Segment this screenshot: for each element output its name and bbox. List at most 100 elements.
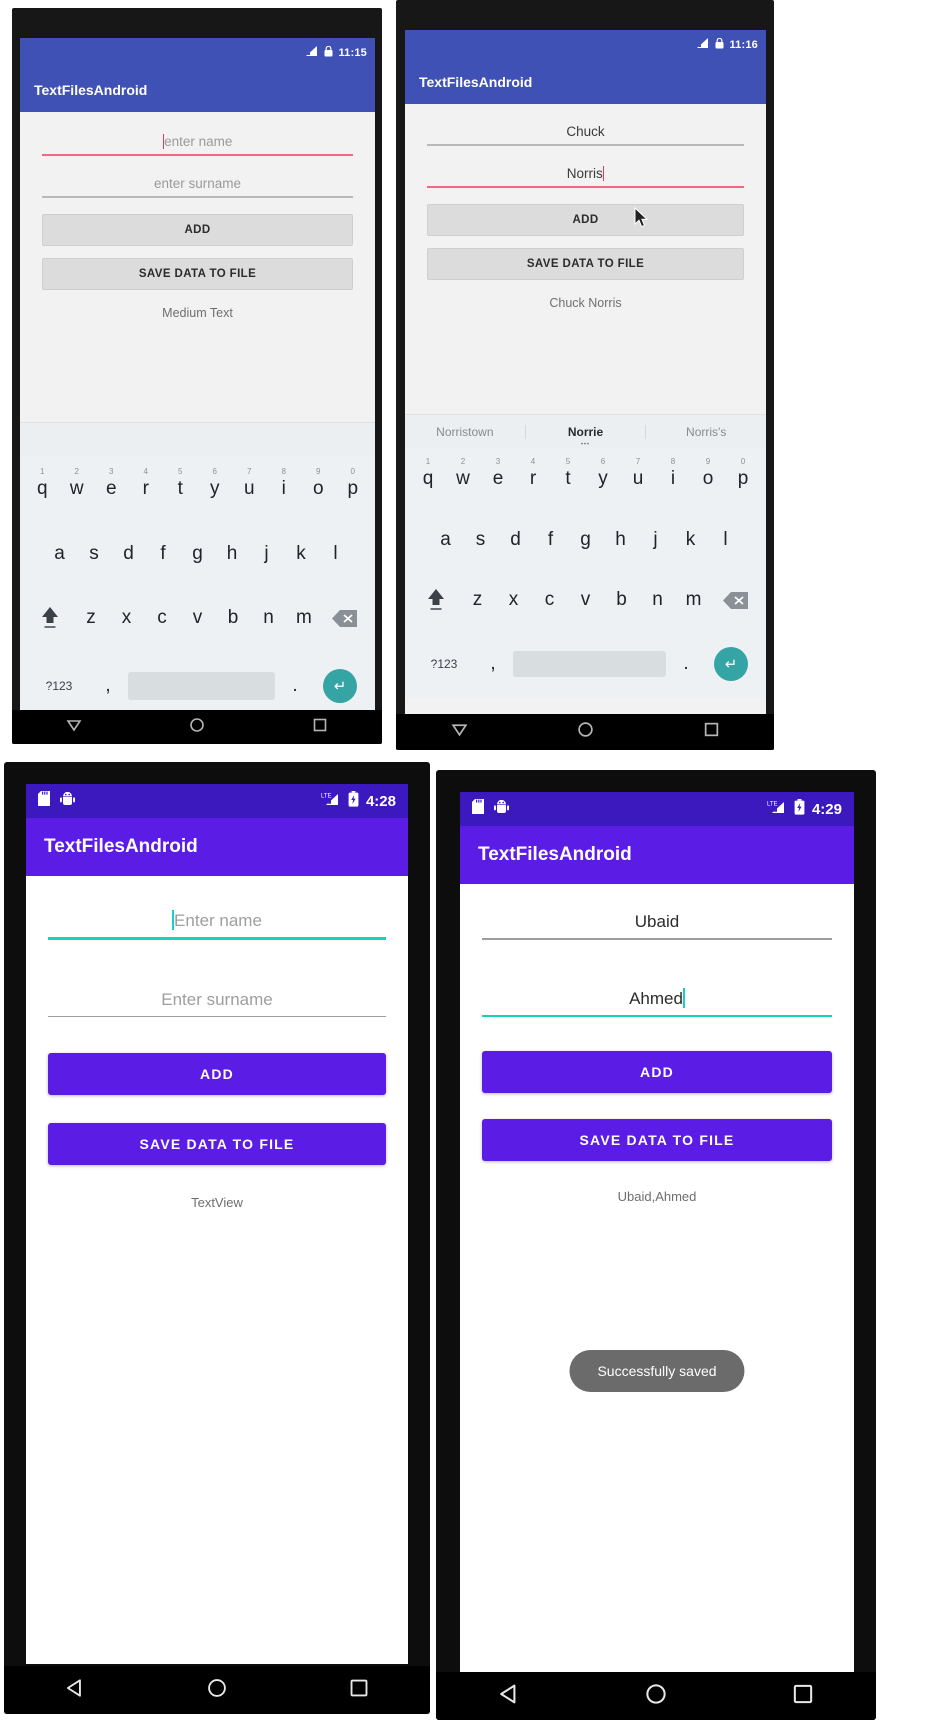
key-h[interactable]: h [215, 543, 250, 565]
key-r[interactable]: 4r [516, 457, 551, 490]
save-button-top-left[interactable]: SAVE DATA TO FILE [42, 257, 353, 290]
key-r[interactable]: 4r [129, 467, 164, 500]
recents-icon[interactable] [348, 1677, 370, 1704]
key-w[interactable]: 2w [446, 457, 481, 490]
key-a[interactable]: a [428, 529, 463, 551]
home-icon[interactable] [644, 1682, 668, 1711]
suggestion-item[interactable]: Norristown [405, 425, 525, 439]
key-s[interactable]: s [77, 543, 112, 565]
nav-bar-top-left[interactable] [12, 710, 382, 744]
key-g[interactable]: g [180, 543, 215, 565]
key-w[interactable]: 2w [60, 467, 95, 500]
name-input-bottom-right[interactable]: Ubaid [482, 900, 832, 940]
back-icon[interactable] [451, 721, 468, 743]
suggestion-item[interactable]: Norris's [645, 424, 766, 439]
backspace-icon[interactable] [322, 609, 369, 628]
key-d[interactable]: d [111, 543, 146, 565]
back-icon[interactable] [66, 717, 82, 738]
nav-bar-bottom-left[interactable] [4, 1666, 430, 1714]
keyboard-top-right[interactable]: 1q2w3e4r5t6y7u8i9o0p asdfghjkl zxcvbnm ?… [405, 448, 766, 698]
key-s[interactable]: s [463, 529, 498, 551]
key-c[interactable]: c [144, 607, 179, 629]
key-b[interactable]: b [215, 607, 250, 629]
add-button-bottom-right[interactable]: ADD [482, 1051, 832, 1093]
key-n[interactable]: n [640, 589, 676, 611]
enter-icon[interactable]: ↵ [323, 669, 357, 703]
back-icon[interactable] [64, 1677, 86, 1704]
keyboard-top-left[interactable]: 1q2w3e4r5t6y7u8i9o0p asdfghjkl zxcvbnm ?… [20, 456, 375, 722]
key-e[interactable]: 3e [94, 467, 129, 500]
home-icon[interactable] [189, 717, 205, 738]
surname-input-top-right[interactable]: Norris [427, 158, 744, 188]
period-key[interactable]: . [666, 653, 706, 675]
key-o[interactable]: 9o [691, 457, 726, 490]
add-button-top-right[interactable]: ADD [427, 203, 744, 236]
key-t[interactable]: 5t [163, 467, 198, 500]
shift-icon[interactable] [26, 605, 73, 631]
home-icon[interactable] [577, 721, 594, 743]
key-n[interactable]: n [251, 607, 286, 629]
key-v[interactable]: v [568, 589, 604, 611]
home-icon[interactable] [206, 1677, 228, 1704]
key-e[interactable]: 3e [481, 457, 516, 490]
key-a[interactable]: a [42, 543, 77, 565]
key-q[interactable]: 1q [25, 467, 60, 500]
key-f[interactable]: f [146, 543, 181, 565]
key-j[interactable]: j [638, 529, 673, 551]
space-key[interactable] [128, 672, 275, 700]
key-i[interactable]: 8i [267, 467, 302, 500]
backspace-icon[interactable] [712, 591, 760, 610]
comma-key[interactable]: , [473, 653, 513, 675]
key-y[interactable]: 6y [586, 457, 621, 490]
enter-icon[interactable]: ↵ [714, 647, 748, 681]
surname-input-bottom-left[interactable]: Enter surname [48, 978, 386, 1017]
recents-icon[interactable] [703, 721, 720, 743]
key-o[interactable]: 9o [301, 467, 336, 500]
key-f[interactable]: f [533, 529, 568, 551]
recents-icon[interactable] [791, 1682, 815, 1711]
key-m[interactable]: m [286, 607, 321, 629]
key-z[interactable]: z [460, 589, 496, 611]
key-y[interactable]: 6y [198, 467, 233, 500]
key-l[interactable]: l [318, 543, 353, 565]
key-z[interactable]: z [73, 607, 108, 629]
key-p[interactable]: 0p [726, 457, 761, 490]
save-button-bottom-right[interactable]: SAVE DATA TO FILE [482, 1119, 832, 1161]
name-input-bottom-left[interactable]: Enter name [48, 898, 386, 940]
key-h[interactable]: h [603, 529, 638, 551]
shift-icon[interactable] [412, 587, 460, 613]
suggestion-bar-top-left[interactable] [20, 422, 375, 456]
key-q[interactable]: 1q [411, 457, 446, 490]
add-button-top-left[interactable]: ADD [42, 213, 353, 246]
key-g[interactable]: g [568, 529, 603, 551]
surname-input-top-left[interactable]: enter surname [42, 168, 353, 198]
key-b[interactable]: b [604, 589, 640, 611]
key-i[interactable]: 8i [656, 457, 691, 490]
key-p[interactable]: 0p [336, 467, 371, 500]
save-button-bottom-left[interactable]: SAVE DATA TO FILE [48, 1123, 386, 1165]
key-m[interactable]: m [676, 589, 712, 611]
suggestion-bar-top-right[interactable]: Norristown Norrie ⋯ Norris's [405, 414, 766, 448]
period-key[interactable]: . [275, 675, 315, 697]
suggestion-item-selected[interactable]: Norrie ⋯ [524, 424, 646, 448]
key-x[interactable]: x [496, 589, 532, 611]
key-k[interactable]: k [673, 529, 708, 551]
name-input-top-left[interactable]: enter name [42, 126, 353, 156]
comma-key[interactable]: , [88, 675, 128, 697]
key-u[interactable]: 7u [621, 457, 656, 490]
recents-icon[interactable] [312, 717, 328, 738]
nav-bar-top-right[interactable] [396, 714, 774, 750]
symbols-key[interactable]: ?123 [415, 657, 473, 671]
key-k[interactable]: k [284, 543, 319, 565]
key-v[interactable]: v [180, 607, 215, 629]
add-button-bottom-left[interactable]: ADD [48, 1053, 386, 1095]
surname-input-bottom-right[interactable]: Ahmed [482, 976, 832, 1017]
key-u[interactable]: 7u [232, 467, 267, 500]
name-input-top-right[interactable]: Chuck [427, 116, 744, 146]
key-c[interactable]: c [532, 589, 568, 611]
key-x[interactable]: x [109, 607, 144, 629]
nav-bar-bottom-right[interactable] [436, 1672, 876, 1720]
space-key[interactable] [513, 651, 666, 677]
save-button-top-right[interactable]: SAVE DATA TO FILE [427, 247, 744, 280]
key-d[interactable]: d [498, 529, 533, 551]
